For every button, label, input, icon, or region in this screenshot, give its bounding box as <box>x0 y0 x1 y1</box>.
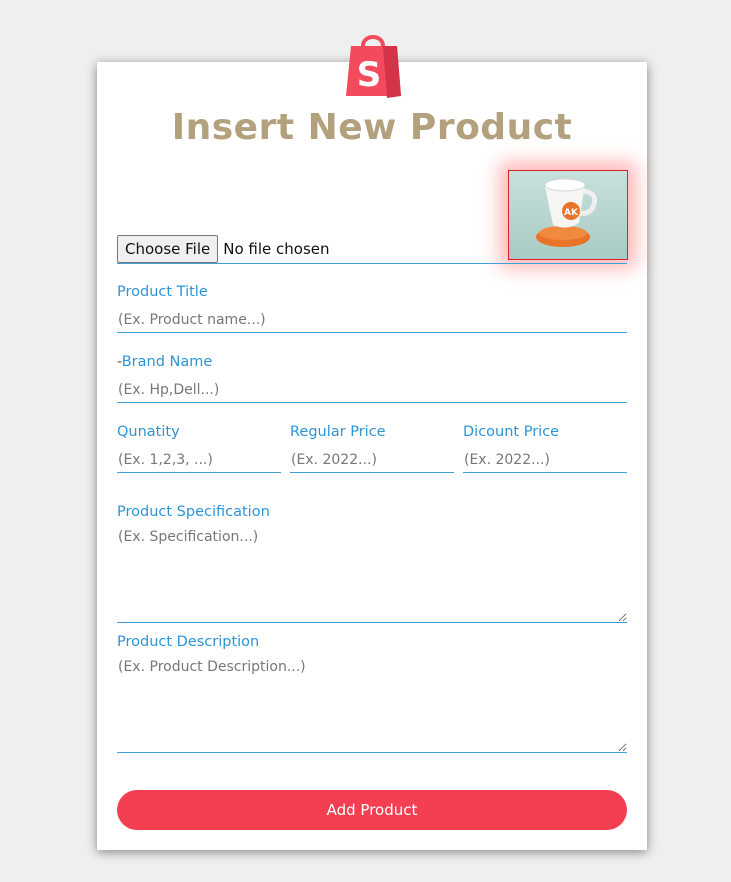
brand-name-label-text: Brand Name <box>121 354 213 370</box>
description-label: Product Description <box>117 634 260 650</box>
brand-name-input[interactable] <box>117 377 627 403</box>
product-title-label: Product Title <box>117 284 208 300</box>
image-upload-row: Choose File No file chosen <box>117 235 627 264</box>
discount-price-input[interactable] <box>463 447 627 473</box>
logo-letter: S <box>357 55 382 95</box>
discount-price-label: Dicount Price <box>463 424 560 440</box>
description-textarea[interactable] <box>117 657 627 753</box>
preview-logo-text: AK <box>564 208 579 218</box>
file-status: No file chosen <box>223 240 330 258</box>
brand-name-label: -Brand Name <box>117 354 212 370</box>
quantity-label: Qunatity <box>117 424 180 440</box>
regular-price-input[interactable] <box>290 447 454 473</box>
specification-label: Product Specification <box>117 504 270 520</box>
shopping-bag-icon: S <box>346 35 401 98</box>
choose-file-button[interactable]: Choose File <box>117 235 219 263</box>
regular-price-label: Regular Price <box>290 424 386 440</box>
specification-textarea[interactable] <box>117 527 627 623</box>
product-title-input[interactable] <box>117 307 627 333</box>
quantity-input[interactable] <box>117 447 281 473</box>
add-product-button[interactable]: Add Product <box>117 790 627 830</box>
page-title: Insert New Product <box>171 107 573 148</box>
